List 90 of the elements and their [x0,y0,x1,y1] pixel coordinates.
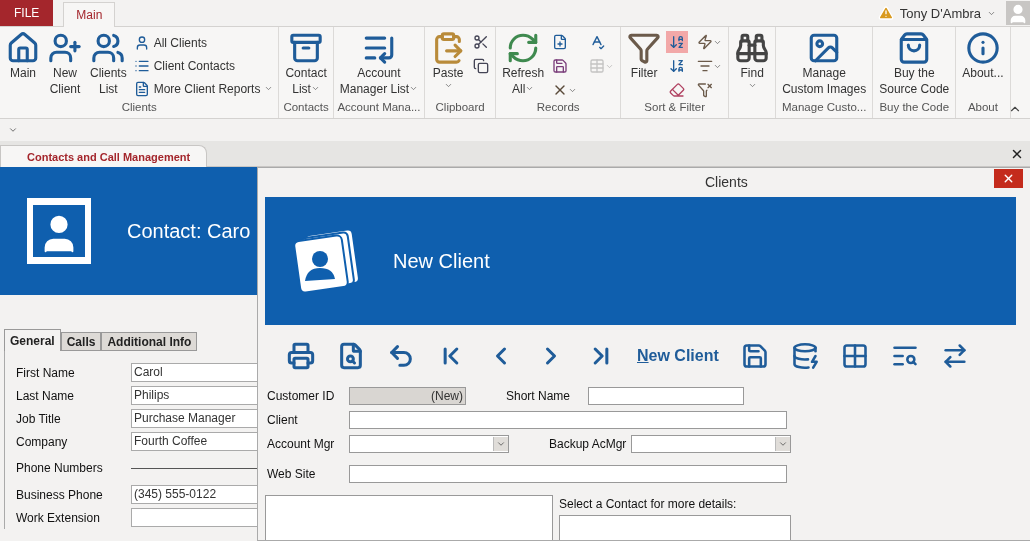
list-box[interactable] [265,495,553,540]
ribbon-button[interactable]: Client Contacts [131,54,276,77]
lightning-icon [697,34,714,50]
new-record-icon [552,34,569,50]
warning-icon [877,5,894,21]
spelling-icon [589,34,606,50]
print-icon[interactable] [287,342,315,370]
user-name[interactable]: Tony D'Ambra [899,5,981,21]
binoculars-icon [735,31,770,65]
caret-icon [775,437,790,451]
user-plus-icon [48,31,82,65]
ribbon-button[interactable]: Refresh All [499,29,548,101]
ribbon-button[interactable]: Filter [624,29,665,101]
dropdown-field[interactable] [631,435,791,453]
field-label: Short Name [506,389,572,403]
document-tab[interactable]: Contacts and Call Management [0,145,208,167]
form-tab[interactable]: Additional Info [101,332,198,351]
input-field: (New) [349,387,466,405]
form-tab[interactable]: General [4,329,61,351]
ribbon-button[interactable]: Main [3,29,43,101]
contact-title: Contact: Caro [127,219,251,243]
group-label: Records [535,101,581,115]
field-label: Job Title [16,411,62,426]
field-label: Business Phone [16,487,104,502]
users-icon [91,31,126,65]
sort-descending-icon [669,58,686,74]
field-label: Web Site [267,467,317,481]
close-button[interactable] [994,169,1023,188]
info-icon [965,31,1000,65]
input-field[interactable] [588,387,744,405]
group-label: Clients [120,101,158,115]
group-label: About [966,101,999,115]
document-icon [133,80,150,97]
field-label: First Name [16,365,76,380]
ribbon-button[interactable]: All Clients [131,31,276,54]
client-title: New Client [393,249,490,273]
field-label: Work Extension [16,510,101,525]
scissors-icon [473,34,490,50]
ribbon-button[interactable]: Account Manager List [336,29,422,101]
ribbon-tab[interactable]: Main [63,2,116,27]
funnel-icon [627,31,662,65]
ribbon-button[interactable]: About... [959,29,1007,101]
ribbon-button[interactable]: Buy the Source Code [876,29,953,101]
funnel-icon [697,82,714,98]
contact-cards-icon [293,229,359,293]
group-label: Sort & Filter [643,101,707,115]
input-field[interactable] [349,465,787,483]
ribbon-button[interactable]: New Client [45,29,85,101]
save-icon[interactable] [740,342,769,370]
ribbon-button[interactable]: Clients List [87,29,130,101]
dropdown-field[interactable] [349,435,509,453]
preview-icon[interactable] [337,342,365,370]
group-label: Account Mana... [336,101,422,115]
field-label: Backup AcMgr [549,437,628,451]
file-tab[interactable]: FILE [0,0,54,26]
ribbon-button[interactable]: Manage Custom Images [779,29,870,101]
input-field[interactable] [559,515,791,540]
drawer-icon [289,31,324,65]
sort-ascending-icon [669,34,686,50]
caret-icon [493,437,508,451]
person-photo-icon [27,198,91,264]
form-tab[interactable]: Calls [60,332,102,351]
new-client-button[interactable]: New Client [637,347,719,365]
table-icon [589,58,606,74]
caret-icon[interactable] [8,125,18,135]
input-field[interactable] [349,411,787,429]
eraser-icon [669,82,686,98]
section-label: Phone Numbers [16,461,104,475]
group-label: Clipboard [434,101,486,115]
ribbon-icon-button[interactable] [666,31,689,53]
group-label: Contacts [282,101,330,115]
ribbon-button[interactable]: Paste [428,29,469,101]
caret-icon [264,84,274,93]
grid-icon[interactable] [840,342,869,370]
database-icon[interactable] [790,342,819,370]
close-icon [1002,172,1015,185]
field-label: Last Name [16,388,76,403]
ribbon-button[interactable]: More Client Reports [131,77,276,100]
ribbon-button[interactable]: Contact List [282,29,330,101]
filter-list-icon [697,58,714,74]
prompt-label: Select a Contact for more details: [559,497,738,511]
undo-icon[interactable] [387,342,415,370]
group-label: Manage Custo... [781,101,868,115]
ribbon-button[interactable]: Find [732,29,773,101]
save-icon [552,58,569,74]
field-label: Company [16,434,69,449]
group-label: Buy the Code [878,101,951,115]
window-title: Clients [705,174,748,190]
house-icon [6,31,40,65]
copy-icon [473,58,490,74]
